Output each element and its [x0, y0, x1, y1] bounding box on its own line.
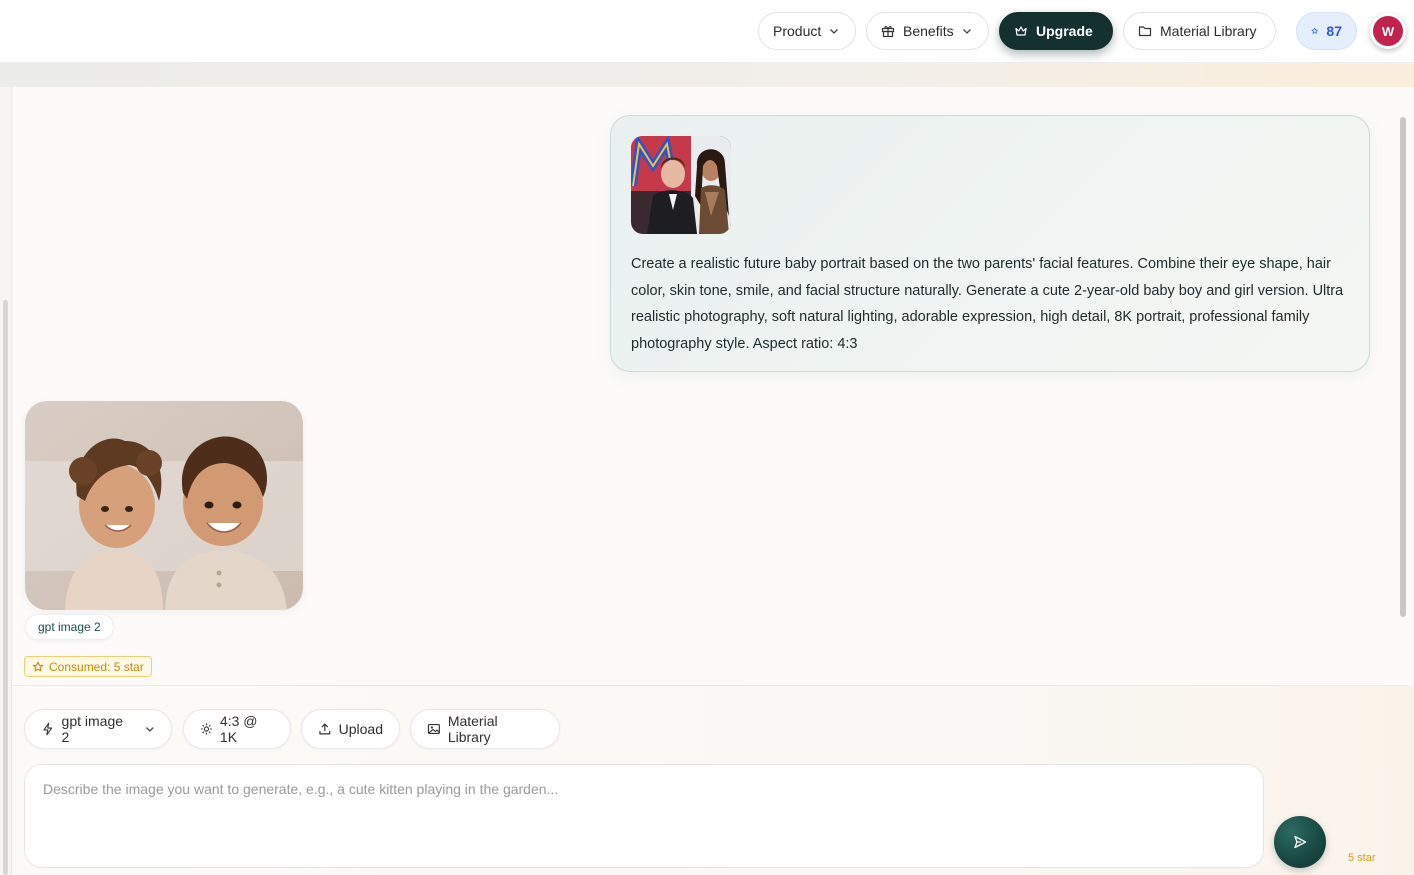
consumed-stars-badge: Consumed: 5 star [24, 656, 152, 677]
crown-icon [1015, 26, 1027, 36]
upload-label: Upload [338, 721, 383, 737]
lightning-icon [43, 722, 53, 736]
material-library-chip[interactable]: Material Library [410, 709, 560, 749]
user-message-bubble: Create a realistic future baby portrait … [610, 115, 1370, 372]
chevron-down-icon [146, 727, 154, 732]
generation-cost-label: 5 star [1348, 852, 1376, 864]
prompt-input[interactable] [25, 765, 1263, 867]
gear-icon [200, 723, 212, 735]
product-menu-label: Product [773, 23, 822, 39]
avatar: W [1373, 16, 1403, 46]
aspect-ratio-label: 4:3 @ 1K [219, 713, 258, 745]
star-balance-badge[interactable]: 87 [1296, 12, 1357, 50]
prompt-input-box [24, 764, 1264, 868]
user-avatar-button[interactable]: W [1370, 13, 1406, 49]
model-select-chip[interactable]: gpt image 2 [24, 709, 172, 749]
folder-icon [1138, 26, 1152, 37]
image-icon [427, 723, 440, 735]
upload-icon [319, 723, 331, 735]
send-button[interactable] [1274, 816, 1326, 868]
star-balance-count: 87 [1326, 23, 1342, 39]
left-scrollbar[interactable] [3, 300, 8, 875]
benefits-menu-label: Benefits [903, 23, 954, 39]
consumed-stars-label: Consumed: 5 star [49, 659, 144, 674]
reference-photo-thumbnail[interactable] [631, 136, 731, 234]
chevron-down-icon [962, 29, 971, 34]
benefits-menu-button[interactable]: Benefits [866, 12, 989, 50]
model-select-label: gpt image 2 [61, 713, 124, 745]
result-model-tag: gpt image 2 [25, 614, 114, 640]
top-header: Product Benefits Upgrade Material Librar… [0, 0, 1414, 63]
material-library-chip-label: Material Library [447, 713, 498, 745]
send-icon [1294, 835, 1307, 849]
left-scroll-track [0, 87, 12, 875]
header-divider-strip [0, 63, 1414, 87]
material-library-button[interactable]: Material Library [1123, 12, 1276, 50]
gift-icon [881, 26, 895, 38]
star-icon [32, 661, 44, 671]
product-menu-button[interactable]: Product [758, 12, 856, 50]
upload-chip[interactable]: Upload [301, 709, 400, 749]
material-library-label: Material Library [1160, 23, 1257, 39]
generated-image[interactable] [25, 401, 303, 610]
chevron-down-icon [830, 29, 839, 34]
user-prompt-text: Create a realistic future baby portrait … [631, 256, 1344, 352]
star-icon [1311, 27, 1318, 34]
aspect-ratio-chip[interactable]: 4:3 @ 1K [183, 709, 291, 749]
upgrade-label: Upgrade [1036, 23, 1093, 39]
upgrade-button[interactable]: Upgrade [999, 12, 1113, 50]
chat-scrollbar[interactable] [1400, 117, 1406, 617]
